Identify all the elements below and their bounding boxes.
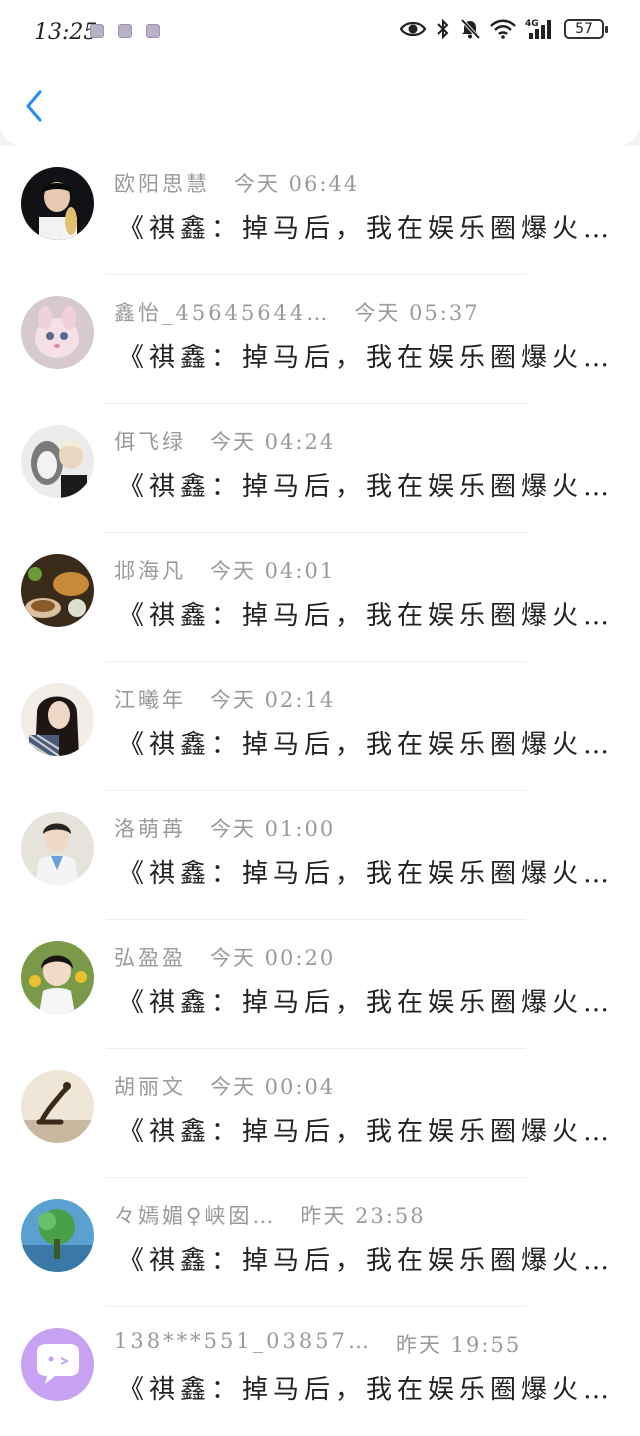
- message-item[interactable]: 弘盈盈 今天 00:20 《祺鑫：掉马后，我在娱乐圈爆火…: [0, 920, 640, 1049]
- message-time: 昨天 23:58: [300, 1204, 426, 1228]
- message-meta: 鑫怡_45645644… 今天 05:37: [114, 297, 480, 327]
- avatar[interactable]: [21, 812, 94, 885]
- back-button[interactable]: [18, 86, 54, 126]
- message-item[interactable]: 洛萌苒 今天 01:00 《祺鑫：掉马后，我在娱乐圈爆火…: [0, 791, 640, 920]
- message-meta: 佴飞绿 今天 04:24: [114, 426, 335, 456]
- eye-icon: [399, 21, 427, 37]
- message-item[interactable]: 邶海凡 今天 04:01 《祺鑫：掉马后，我在娱乐圈爆火…: [0, 533, 640, 662]
- message-meta: 邶海凡 今天 04:01: [114, 555, 335, 585]
- message-preview: 《祺鑫：掉马后，我在娱乐圈爆火…: [118, 601, 615, 631]
- message-item[interactable]: 欧阳思慧 今天 06:44 《祺鑫：掉马后，我在娱乐圈爆火…: [0, 146, 640, 275]
- message-preview: 《祺鑫：掉马后，我在娱乐圈爆火…: [118, 730, 615, 760]
- sender-name: 欧阳思慧: [114, 172, 210, 196]
- app-notification-icon: [90, 24, 104, 38]
- message-preview: 《祺鑫：掉马后，我在娱乐圈爆火…: [118, 343, 615, 373]
- avatar[interactable]: [21, 167, 94, 240]
- notification-icons: [90, 24, 160, 38]
- avatar[interactable]: [21, 554, 94, 627]
- message-time: 今天 05:37: [354, 301, 480, 325]
- chevron-left-icon: [26, 90, 42, 122]
- message-list: 欧阳思慧 今天 06:44 《祺鑫：掉马后，我在娱乐圈爆火… 鑫怡_456456…: [0, 146, 640, 1436]
- sender-name: 佴飞绿: [114, 430, 186, 454]
- app-notification-icon: [118, 24, 132, 38]
- message-item[interactable]: 佴飞绿 今天 04:24 《祺鑫：掉马后，我在娱乐圈爆火…: [0, 404, 640, 533]
- cellular-4g-icon: 4G: [525, 19, 551, 39]
- message-time: 今天 02:14: [210, 688, 336, 712]
- message-time: 今天 06:44: [234, 172, 360, 196]
- message-item[interactable]: 江曦年 今天 02:14 《祺鑫：掉马后，我在娱乐圈爆火…: [0, 662, 640, 791]
- sender-name: 138***551_03857…: [114, 1329, 372, 1353]
- bluetooth-icon: [437, 18, 449, 40]
- message-preview: 《祺鑫：掉马后，我在娱乐圈爆火…: [118, 859, 615, 889]
- message-preview: 《祺鑫：掉马后，我在娱乐圈爆火…: [118, 214, 615, 244]
- message-time: 今天 01:00: [210, 817, 336, 841]
- message-meta: 洛萌苒 今天 01:00: [114, 813, 335, 843]
- message-preview: 《祺鑫：掉马后，我在娱乐圈爆火…: [118, 988, 615, 1018]
- message-meta: 江曦年 今天 02:14: [114, 684, 335, 714]
- message-preview: 《祺鑫：掉马后，我在娱乐圈爆火…: [118, 1246, 615, 1276]
- message-preview: 《祺鑫：掉马后，我在娱乐圈爆火…: [118, 1117, 615, 1147]
- svg-text:4G: 4G: [525, 19, 539, 29]
- status-bar: 13:25 4G 57: [0, 0, 640, 64]
- message-item[interactable]: 138***551_03857… 昨天 19:55 《祺鑫：掉马后，我在娱乐圈爆…: [0, 1307, 640, 1436]
- message-meta: 138***551_03857… 昨天 19:55: [114, 1329, 521, 1359]
- avatar[interactable]: [21, 1199, 94, 1272]
- message-time: 今天 00:20: [210, 946, 336, 970]
- battery-icon: 57: [564, 19, 608, 39]
- sender-name: 々嫣媚♀峡囡…: [114, 1204, 277, 1228]
- wifi-icon: [490, 19, 516, 39]
- header: [0, 64, 640, 146]
- app-notification-icon: [146, 24, 160, 38]
- sender-name: 鑫怡_45645644…: [114, 301, 331, 325]
- sender-name: 邶海凡: [114, 559, 186, 583]
- message-meta: 弘盈盈 今天 00:20: [114, 942, 335, 972]
- message-meta: 欧阳思慧 今天 06:44: [114, 168, 359, 198]
- message-time: 今天 04:01: [210, 559, 336, 583]
- message-item[interactable]: 鑫怡_45645644… 今天 05:37 《祺鑫：掉马后，我在娱乐圈爆火…: [0, 275, 640, 404]
- sender-name: 洛萌苒: [114, 817, 186, 841]
- avatar[interactable]: [21, 941, 94, 1014]
- status-indicators: 4G 57: [399, 18, 608, 40]
- message-time: 今天 04:24: [210, 430, 336, 454]
- message-meta: 胡丽文 今天 00:04: [114, 1071, 335, 1101]
- avatar[interactable]: [21, 425, 94, 498]
- sender-name: 江曦年: [114, 688, 186, 712]
- message-preview: 《祺鑫：掉马后，我在娱乐圈爆火…: [118, 1375, 615, 1405]
- sender-name: 弘盈盈: [114, 946, 186, 970]
- message-time: 昨天 19:55: [395, 1333, 522, 1357]
- sender-name: 胡丽文: [114, 1075, 186, 1099]
- status-time: 13:25: [34, 20, 98, 45]
- mute-bell-icon: [460, 18, 481, 40]
- avatar[interactable]: [21, 683, 94, 756]
- message-meta: 々嫣媚♀峡囡… 昨天 23:58: [114, 1200, 426, 1230]
- avatar[interactable]: [21, 1070, 94, 1143]
- avatar[interactable]: [21, 1328, 94, 1401]
- message-preview: 《祺鑫：掉马后，我在娱乐圈爆火…: [118, 472, 615, 502]
- message-item[interactable]: 々嫣媚♀峡囡… 昨天 23:58 《祺鑫：掉马后，我在娱乐圈爆火…: [0, 1178, 640, 1307]
- message-item[interactable]: 胡丽文 今天 00:04 《祺鑫：掉马后，我在娱乐圈爆火…: [0, 1049, 640, 1178]
- message-time: 今天 00:04: [210, 1075, 336, 1099]
- avatar[interactable]: [21, 296, 94, 369]
